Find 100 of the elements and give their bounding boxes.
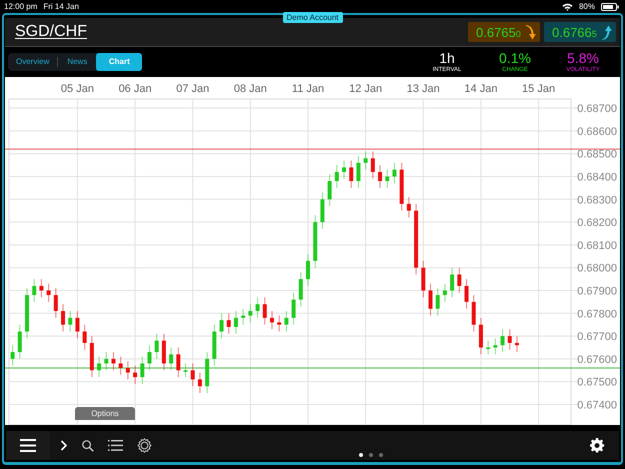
stat-value: 5.8% [567, 50, 599, 66]
page-dot[interactable] [379, 453, 383, 457]
candle [262, 296, 267, 326]
buy-price-button[interactable]: 0.67665 [544, 22, 616, 42]
candle [97, 356, 102, 378]
demo-account-badge: Demo Account [282, 12, 343, 23]
buy-price: 0.67665 [552, 24, 597, 40]
candle [256, 296, 260, 318]
candle [508, 328, 512, 350]
candle [486, 340, 490, 355]
y-axis-label: 0.67900 [577, 286, 617, 298]
candle [176, 347, 180, 378]
candle [392, 162, 396, 184]
candle [111, 352, 116, 371]
status-date: Fri 14 Jan [43, 2, 79, 11]
candle [205, 352, 210, 394]
candle [18, 324, 22, 360]
candle [241, 308, 246, 326]
y-axis-label: 0.68600 [577, 126, 617, 138]
candle [226, 312, 231, 334]
options-tab[interactable]: Options [75, 407, 135, 420]
candle [478, 317, 483, 355]
x-axis-label: 14 Jan [464, 83, 498, 95]
candle [61, 304, 66, 332]
candle [39, 278, 44, 298]
candle [162, 333, 166, 371]
down-arrow-icon [525, 24, 536, 40]
candle [284, 310, 288, 332]
candle [54, 288, 58, 318]
instrument-title[interactable]: SGD/CHF [15, 23, 87, 41]
y-axis-label: 0.67600 [577, 354, 617, 366]
stat-value: 1h [439, 50, 455, 66]
candle [10, 344, 15, 366]
x-axis-label: 15 Jan [522, 83, 556, 95]
candle [292, 292, 296, 326]
candle [421, 260, 426, 298]
candle [68, 310, 72, 332]
menu-icon [20, 439, 36, 452]
candle [248, 304, 252, 323]
candle [198, 372, 202, 394]
search-icon[interactable] [82, 440, 94, 452]
candle [342, 160, 346, 180]
y-axis-label: 0.68300 [577, 194, 617, 206]
candle [46, 283, 51, 302]
candle [190, 362, 195, 387]
candle [320, 192, 324, 230]
page-dot[interactable] [369, 453, 373, 457]
candle [464, 278, 469, 310]
x-axis-label: 06 Jan [118, 83, 152, 95]
candle [406, 196, 411, 218]
x-axis-label: 05 Jan [60, 83, 94, 95]
candle [356, 156, 360, 188]
candle [148, 344, 152, 371]
candle [500, 328, 505, 353]
candle [334, 164, 339, 188]
y-axis-label: 0.67800 [577, 308, 617, 320]
wifi-icon [562, 2, 573, 10]
candle [140, 356, 144, 384]
page-dot[interactable] [359, 453, 363, 457]
y-axis-label: 0.68000 [577, 262, 617, 275]
menu-button[interactable] [6, 431, 50, 460]
y-axis-label: 0.67700 [577, 331, 617, 344]
status-time: 12:00 pm [4, 2, 38, 11]
x-axis-label: 08 Jan [234, 83, 267, 95]
candle [75, 310, 80, 339]
y-axis-label: 0.67400 [577, 399, 617, 412]
sell-price-button[interactable]: 0.67650 [468, 22, 540, 42]
candle [25, 288, 30, 339]
tab[interactable]: News [58, 53, 96, 71]
battery-icon [601, 2, 619, 10]
candle [349, 160, 354, 188]
sell-price: 0.67650 [476, 24, 521, 40]
up-arrow-icon [601, 24, 612, 40]
candle [169, 347, 174, 371]
tab[interactable]: Overview [8, 53, 58, 71]
list-icon[interactable] [108, 440, 123, 451]
candle [364, 150, 368, 170]
candle [514, 336, 519, 353]
y-axis-label: 0.68400 [577, 172, 617, 184]
candle [457, 267, 462, 294]
candle [306, 254, 310, 286]
candle [32, 278, 36, 302]
y-axis-label: 0.67500 [577, 376, 617, 389]
candle [184, 362, 188, 378]
candle [82, 324, 87, 350]
settings-icon[interactable] [590, 438, 605, 453]
candle [313, 214, 318, 268]
candle [428, 283, 432, 316]
chevron-icon[interactable] [60, 440, 68, 451]
candle [493, 338, 498, 355]
candle [436, 288, 440, 316]
cog-icon[interactable] [137, 438, 152, 453]
candle [442, 283, 447, 302]
x-axis-label: 07 Jan [176, 83, 210, 95]
candle [154, 333, 159, 360]
y-axis-label: 0.68100 [577, 240, 617, 252]
candle [450, 267, 454, 298]
candle [126, 360, 130, 380]
candle [212, 324, 216, 366]
candle [472, 294, 476, 332]
